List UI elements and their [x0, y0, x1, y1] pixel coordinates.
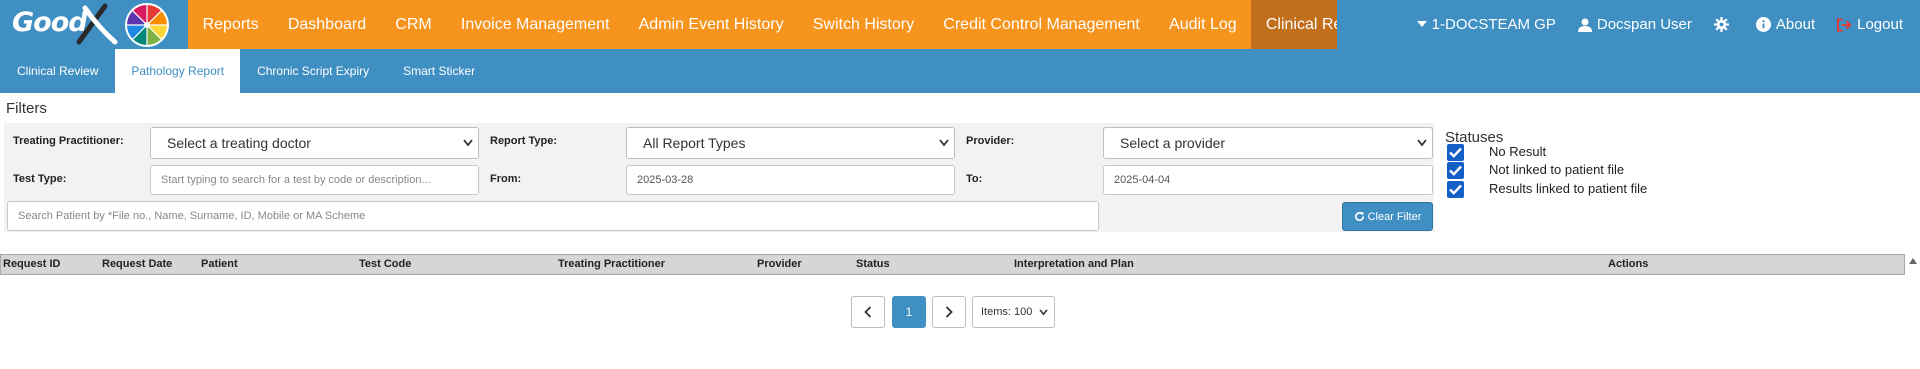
nav-switch-history[interactable]: Switch History	[798, 0, 929, 49]
column-actions[interactable]: Actions	[1608, 258, 1648, 270]
column-provider[interactable]: Provider	[757, 258, 802, 270]
provider-label: Provider:	[966, 135, 1015, 147]
logout-label: Logout	[1857, 16, 1903, 33]
nav-invoice-management[interactable]: Invoice Management	[446, 0, 624, 49]
clear-filter-button[interactable]: Clear Filter	[1342, 202, 1433, 231]
tab-clinical-review[interactable]: Clinical Review	[0, 49, 115, 93]
user-menu[interactable]: Docspan User	[1567, 16, 1703, 33]
chevron-down-icon	[463, 139, 473, 147]
info-icon	[1755, 17, 1771, 32]
column-request-id[interactable]: Request ID	[3, 258, 60, 270]
user-name: Docspan User	[1596, 16, 1692, 33]
sub-tab-bar: Clinical Review Pathology Report Chronic…	[0, 49, 1920, 93]
practice-name: 1-DOCSTEAM GP	[1431, 16, 1556, 33]
items-per-page-select[interactable]: Items: 100	[972, 296, 1055, 328]
status-linked: Results linked to patient file	[1447, 180, 1647, 198]
logo-color-wheel-icon	[125, 3, 169, 47]
user-bar: 1-DOCSTEAM GP Docspan User About Logout	[1337, 0, 1920, 49]
treating-practitioner-select[interactable]: Select a treating doctor	[150, 127, 479, 159]
logo-x-mark	[76, 3, 118, 45]
scroll-up-arrow-icon[interactable]	[1908, 256, 1918, 266]
status-not-linked-checkbox[interactable]	[1447, 161, 1464, 179]
practice-selector[interactable]: 1-DOCSTEAM GP	[1406, 16, 1567, 33]
status-linked-label: Results linked to patient file	[1489, 181, 1648, 196]
caret-down-icon	[1416, 21, 1427, 27]
report-type-value: All Report Types	[643, 135, 746, 151]
tab-chronic-script-expiry[interactable]: Chronic Script Expiry	[240, 49, 386, 93]
column-request-date[interactable]: Request Date	[102, 258, 172, 270]
to-date-input[interactable]: 2025-04-04	[1103, 165, 1433, 195]
status-not-linked: Not linked to patient file	[1447, 161, 1624, 179]
provider-select[interactable]: Select a provider	[1103, 127, 1433, 159]
logout-link[interactable]: Logout	[1826, 16, 1914, 33]
status-linked-checkbox[interactable]	[1447, 180, 1464, 198]
status-no-result: No Result	[1447, 143, 1546, 161]
tab-pathology-report[interactable]: Pathology Report	[115, 49, 241, 93]
goodx-logo[interactable]: Good	[0, 0, 188, 49]
next-page-button[interactable]	[932, 296, 966, 328]
patient-search-input[interactable]: Search Patient by *File no., Name, Surna…	[7, 201, 1099, 231]
results-table-header: Request ID Request Date Patient Test Cod…	[0, 254, 1905, 275]
nav-audit-log[interactable]: Audit Log	[1154, 0, 1251, 49]
nav-credit-control-management[interactable]: Credit Control Management	[929, 0, 1155, 49]
filters-heading: Filters	[6, 100, 47, 117]
column-treating-practitioner[interactable]: Treating Practitioner	[558, 258, 665, 270]
about-label: About	[1775, 16, 1816, 33]
chevron-down-icon	[939, 139, 949, 147]
to-label: To:	[966, 173, 983, 185]
tab-smart-sticker[interactable]: Smart Sticker	[386, 49, 492, 93]
chevron-left-icon	[864, 306, 872, 318]
previous-page-button[interactable]	[851, 296, 885, 328]
column-test-code[interactable]: Test Code	[359, 258, 411, 270]
provider-value: Select a provider	[1120, 135, 1226, 151]
from-label: From:	[490, 173, 522, 185]
report-type-select[interactable]: All Report Types	[626, 127, 955, 159]
settings-button[interactable]	[1703, 17, 1745, 32]
gear-icon	[1713, 17, 1729, 32]
chevron-down-icon	[1039, 309, 1048, 316]
column-status[interactable]: Status	[856, 258, 890, 270]
page-1-button[interactable]: 1	[892, 296, 926, 328]
nav-dashboard[interactable]: Dashboard	[273, 0, 380, 49]
status-not-linked-label: Not linked to patient file	[1489, 162, 1625, 177]
column-interpretation-and-plan[interactable]: Interpretation and Plan	[1014, 258, 1134, 270]
chevron-down-icon	[1417, 139, 1427, 147]
refresh-icon	[1354, 211, 1364, 222]
treating-practitioner-label: Treating Practitioner:	[13, 135, 124, 147]
nav-reports[interactable]: Reports	[188, 0, 273, 49]
column-patient[interactable]: Patient	[201, 258, 238, 270]
items-per-page-value: Items: 100	[981, 306, 1033, 318]
status-no-result-checkbox[interactable]	[1447, 143, 1464, 161]
checkmark-icon	[1449, 165, 1462, 176]
status-no-result-label: No Result	[1489, 144, 1547, 159]
top-navigation-bar: Good Reports Dashboard CRM Invoice Manag…	[0, 0, 1920, 49]
user-icon	[1577, 18, 1592, 32]
logout-icon	[1837, 17, 1852, 32]
test-type-label: Test Type:	[13, 173, 67, 185]
checkmark-icon	[1449, 147, 1462, 158]
checkmark-icon	[1449, 184, 1462, 195]
from-date-input[interactable]: 2025-03-28	[626, 165, 955, 195]
clear-filter-label: Clear Filter	[1367, 210, 1422, 223]
nav-admin-event-history[interactable]: Admin Event History	[624, 0, 798, 49]
report-type-label: Report Type:	[490, 135, 558, 147]
chevron-right-icon	[945, 306, 953, 318]
treating-practitioner-value: Select a treating doctor	[167, 135, 311, 151]
test-type-input[interactable]: Start typing to search for a test by cod…	[150, 165, 479, 195]
filter-panel: Treating Practitioner: Select a treating…	[4, 123, 1434, 232]
nav-crm[interactable]: CRM	[381, 0, 447, 49]
main-nav: Reports Dashboard CRM Invoice Management…	[188, 0, 1393, 49]
about-link[interactable]: About	[1745, 16, 1826, 33]
